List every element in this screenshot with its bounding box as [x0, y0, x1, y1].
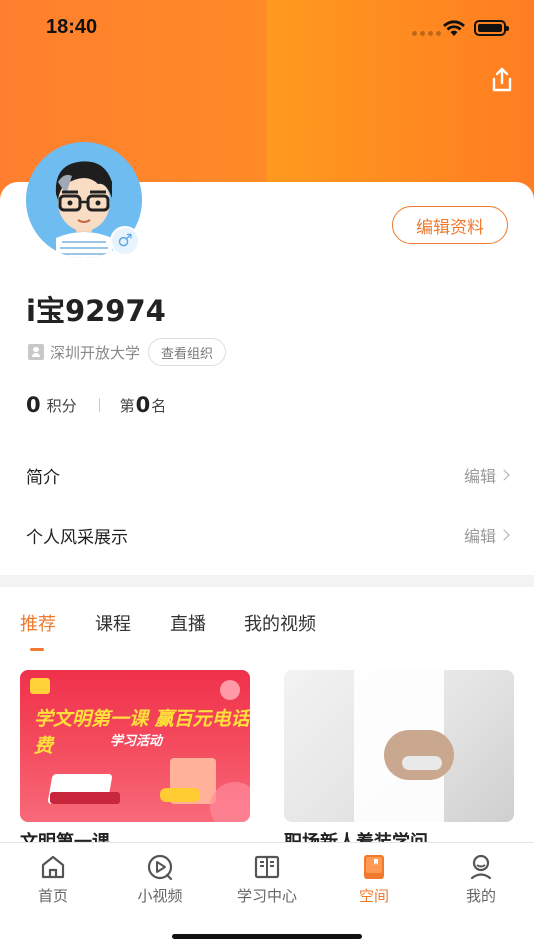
- share-icon[interactable]: [488, 66, 516, 94]
- battery-icon: [474, 20, 509, 36]
- wifi-icon: [443, 20, 465, 36]
- section-divider: [0, 575, 534, 587]
- nav-item-home[interactable]: 首页: [0, 843, 106, 909]
- status-time: 18:40: [46, 16, 98, 38]
- content-tabs: 推荐 课程 直播 我的视频: [0, 600, 534, 651]
- intro-title: 简介: [26, 467, 60, 488]
- nav-label-short-video: 小视频: [137, 887, 183, 905]
- organization-name: 深圳开放大学: [50, 343, 141, 362]
- chevron-right-icon: [498, 529, 510, 541]
- points-label: 积分: [46, 396, 77, 415]
- showcase-edit-link[interactable]: 编辑: [464, 523, 496, 547]
- contact-card-icon: [28, 344, 44, 360]
- nav-label-learning-center: 学习中心: [236, 887, 297, 905]
- home-indicator[interactable]: [172, 934, 362, 939]
- user-icon: [470, 854, 492, 880]
- nav-label-space: 空间: [358, 887, 389, 905]
- chevron-right-icon: [498, 469, 510, 481]
- tab-recommended[interactable]: 推荐: [20, 610, 56, 636]
- cuff-illustration: [402, 756, 442, 770]
- decor-circle: [210, 782, 250, 822]
- rank-suffix: 名: [151, 396, 167, 415]
- nav-label-home: 首页: [37, 887, 68, 905]
- rank-value: 0: [135, 393, 151, 417]
- personal-showcase-row[interactable]: 个人风采展示 编辑: [0, 505, 534, 565]
- nav-label-mine: 我的: [465, 887, 496, 905]
- cellular-signal-icon: [412, 31, 441, 36]
- video-card-thumbnail[interactable]: [284, 670, 514, 822]
- video-card-thumbnail[interactable]: 学文明第一课 赢百元电话费 学习活动: [20, 670, 250, 822]
- active-tab-indicator: [30, 648, 44, 651]
- stats-divider: [98, 398, 100, 412]
- nav-item-mine[interactable]: 我的: [428, 843, 534, 909]
- username: i宝92974: [26, 294, 166, 328]
- logo-badge: [30, 678, 50, 694]
- nav-item-learning-center[interactable]: 学习中心: [214, 843, 320, 909]
- banner-subtitle: 学习活动: [110, 734, 163, 749]
- tab-my-videos[interactable]: 我的视频: [244, 610, 316, 636]
- home-icon: [41, 855, 65, 879]
- intro-row[interactable]: 简介 编辑: [0, 445, 534, 505]
- space-icon: [364, 855, 384, 879]
- play-badge-icon: [220, 680, 240, 700]
- stats-row: 0 积分 第 0 名: [26, 390, 166, 420]
- showcase-title: 个人风采展示: [26, 527, 128, 548]
- coins-illustration: [160, 788, 200, 802]
- intro-edit-link[interactable]: 编辑: [464, 463, 496, 487]
- tab-live[interactable]: 直播: [170, 610, 206, 636]
- book-icon: [254, 855, 280, 879]
- points-value: 0: [26, 393, 41, 417]
- hand-illustration: [384, 730, 454, 780]
- status-bar: 18:40: [0, 0, 534, 58]
- book-stack-illustration: [50, 792, 120, 804]
- short-video-icon: [147, 854, 173, 881]
- rank-prefix: 第: [119, 396, 135, 415]
- nav-item-short-video[interactable]: 小视频: [107, 843, 213, 909]
- view-organization-button[interactable]: 查看组织: [148, 338, 227, 366]
- tab-courses[interactable]: 课程: [95, 610, 131, 636]
- edit-profile-button[interactable]: 编辑资料: [392, 206, 508, 244]
- male-gender-icon: ♂: [110, 226, 140, 256]
- organization-row: 深圳开放大学 查看组织: [28, 338, 227, 366]
- nav-item-space[interactable]: 空间: [321, 843, 427, 909]
